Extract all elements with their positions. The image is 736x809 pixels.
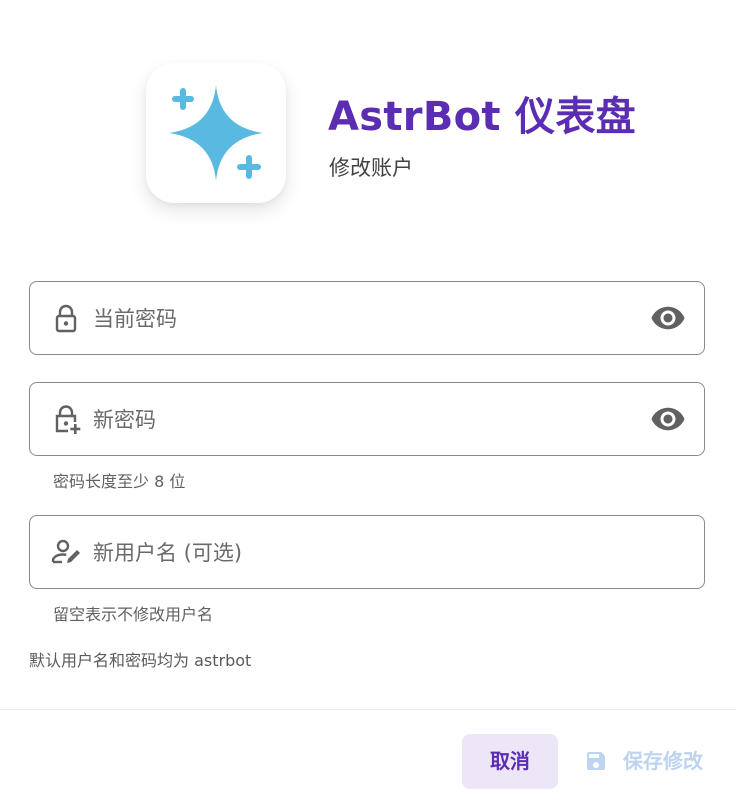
- lock-plus-icon: [50, 403, 82, 435]
- eye-icon[interactable]: [650, 300, 686, 336]
- floppy-disk-icon: [587, 752, 605, 770]
- lock-icon: [50, 302, 82, 334]
- dialog-subtitle: 修改账户: [329, 156, 413, 180]
- actions-divider: [0, 709, 736, 710]
- current-password-label: 当前密码: [93, 307, 177, 331]
- new-username-hint: 留空表示不修改用户名: [53, 605, 214, 624]
- new-username-field[interactable]: 新用户名 (可选): [29, 515, 705, 589]
- new-password-label: 新密码: [93, 408, 156, 432]
- current-password-field[interactable]: 当前密码: [29, 281, 705, 355]
- save-button-label: 保存修改: [623, 749, 703, 773]
- change-account-dialog: AstrBot 仪表盘 修改账户 当前密码 新密码 密码长度至少 8 位 新用户…: [0, 0, 736, 809]
- app-logo: [146, 63, 286, 203]
- default-credentials-note: 默认用户名和密码均为 astrbot: [29, 651, 252, 670]
- save-button[interactable]: 保存修改: [576, 734, 726, 789]
- app-title: AstrBot 仪表盘: [328, 94, 636, 140]
- new-password-hint: 密码长度至少 8 位: [53, 472, 186, 491]
- cancel-button[interactable]: 取消: [462, 734, 558, 789]
- sparkle-icon: [169, 85, 263, 181]
- account-edit-icon: [50, 536, 82, 568]
- new-username-label: 新用户名 (可选): [93, 541, 243, 565]
- eye-icon[interactable]: [650, 401, 686, 437]
- new-password-field[interactable]: 新密码: [29, 382, 705, 456]
